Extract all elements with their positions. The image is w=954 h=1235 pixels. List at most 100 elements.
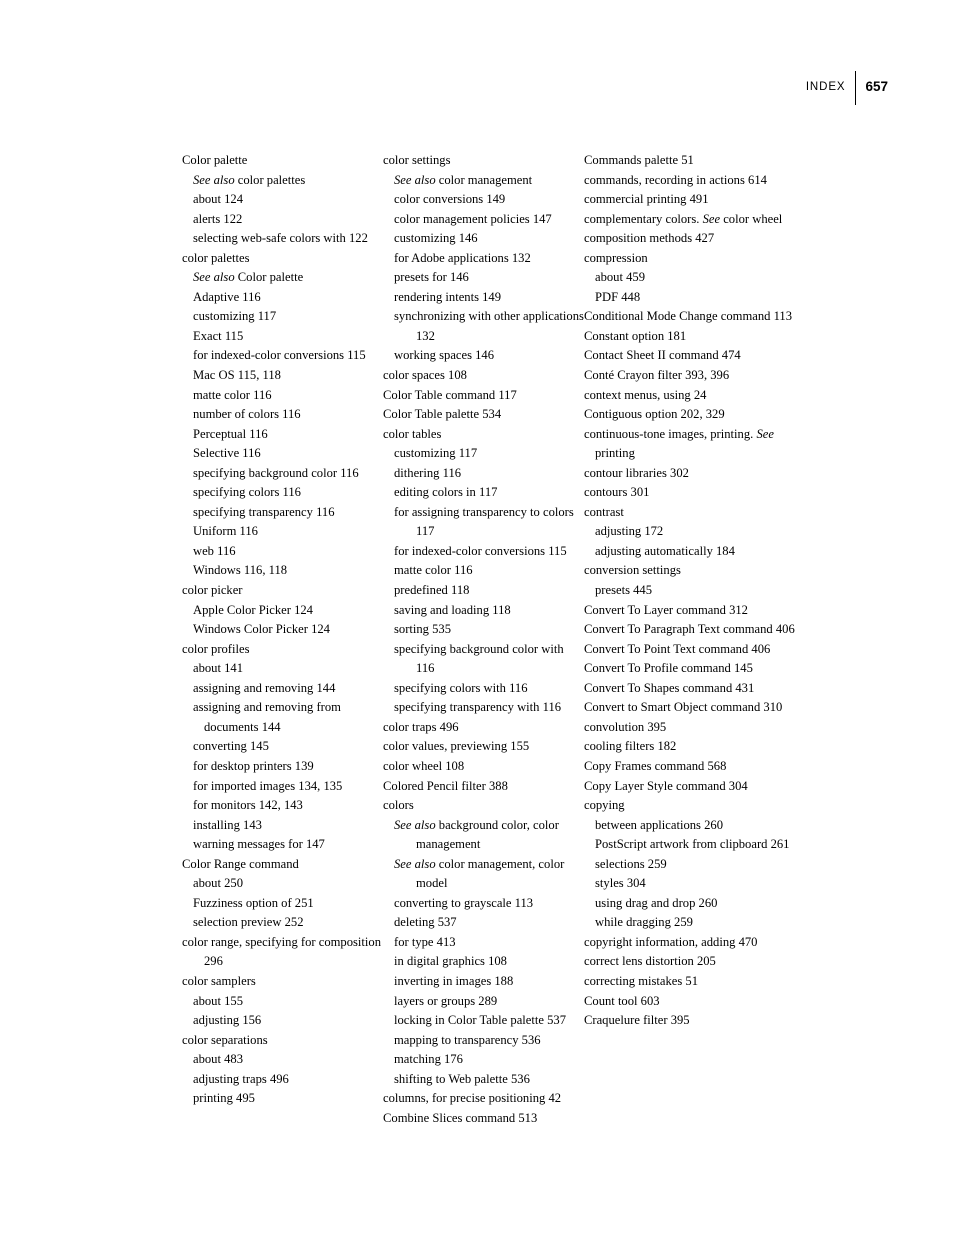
index-columns-container: Color palette See also color palettes abou… [182,151,802,1128]
index-entry-text: color wheel 108 [383,758,465,773]
index-entry-main: Conté Crayon filter 393, 396 [584,366,802,386]
index-entry-text: Color Table palette 534 [383,407,502,422]
index-entry-sub: customizing 117 [182,307,383,327]
index-entry-text: printing 495 [193,1091,255,1106]
index-entry-sub: PDF 448 [584,288,802,308]
index-entry-text: presets for 146 [394,270,469,285]
index-entry-sub: Exact 115 [182,327,383,347]
index-entry-text: Conté Crayon filter 393, 396 [584,368,730,383]
index-entry-main: contours 301 [584,483,802,503]
index-entry-main: color profiles [182,640,383,660]
index-entry-text: selecting web-safe colors with 122 [193,231,368,246]
index-entry-text: convolution 395 [584,719,667,734]
index-entry-sub: for type 413 [383,933,584,953]
index-entry-main: Contact Sheet II command 474 [584,346,802,366]
index-entry-text: specifying transparency 116 [193,504,335,519]
index-entry-text: color picker [182,583,243,598]
index-entry-text: color conversions 149 [394,192,506,207]
index-entry-text: contrast [584,504,624,519]
index-entry-text: copying [584,798,625,813]
index-entry-sub: while dragging 259 [584,913,802,933]
index-entry-text: adjusting traps 496 [193,1071,289,1086]
index-entry-sub: between applications 260 [584,816,802,836]
index-entry-text: Contiguous option 202, 329 [584,407,725,422]
index-entry-sub: selections 259 [584,855,802,875]
index-entry-text: locking in Color Table palette 537 [394,1013,567,1028]
index-entry-sub: Uniform 116 [182,522,383,542]
index-entry-text: Craquelure filter 395 [584,1013,690,1028]
index-entry-main: Convert To Layer command 312 [584,601,802,621]
index-entry-text: about 250 [193,876,244,891]
index-entry-text: between applications 260 [595,817,723,832]
index-entry-main: cooling filters 182 [584,737,802,757]
index-entry-text: compression [584,250,648,265]
index-entry-main: correcting mistakes 51 [584,972,802,992]
index-entry-sub: about 250 [182,874,383,894]
index-entry-main: Contiguous option 202, 329 [584,405,802,425]
index-entry-text: adjusting automatically 184 [595,543,735,558]
index-entry-text: matching 176 [394,1052,463,1067]
index-entry-sub: presets for 146 [383,268,584,288]
index-entry-text: color palettes [234,172,306,187]
index-entry-sub: PostScript artwork from clipboard 261 [584,835,802,855]
index-entry-text: Color Range command [182,856,299,871]
index-entry-sub: selection preview 252 [182,913,383,933]
index-entry-sub: presets 445 [584,581,802,601]
index-entry-main: convolution 395 [584,718,802,738]
index-entry-text: about 459 [595,270,646,285]
index-entry-text: PDF 448 [595,289,641,304]
index-entry-main: Convert To Point Text command 406 [584,640,802,660]
index-entry-main: Convert To Paragraph Text command 406 [584,620,802,640]
index-entry-text: matte color 116 [394,563,473,578]
index-entry-main: composition methods 427 [584,229,802,249]
index-entry-main: correct lens distortion 205 [584,952,802,972]
index-entry-sub: about 124 [182,190,383,210]
index-entry-text: for indexed-color conversions 115 [394,543,567,558]
index-entry-sub: color conversions 149 [383,190,584,210]
index-entry-sub: Apple Color Picker 124 [182,601,383,621]
page-number: 657 [865,79,888,94]
see-also-marker: See also [193,270,235,285]
index-entry-text: color tables [383,426,442,441]
index-entry-text: for assigning transparency to colors 117 [394,504,574,539]
index-entry-text: installing 143 [193,817,262,832]
index-entry-text: specifying background color 116 [193,465,359,480]
see-also-marker: See also [394,817,436,832]
index-entry-text: Convert To Layer command 312 [584,602,748,617]
index-entry-text: warning messages for 147 [193,837,325,852]
index-entry-text: inverting in images 188 [394,973,514,988]
index-entry-text: working spaces 146 [394,348,495,363]
index-entry-text: about 124 [193,192,244,207]
index-entry-text: continuous-tone images, printing. [584,426,757,441]
index-entry-main: copying [584,796,802,816]
index-entry-sub: matching 176 [383,1050,584,1070]
index-entry-text: color palettes [182,250,250,265]
index-entry-sub: specifying transparency with 116 [383,698,584,718]
see-also-marker: See also [394,856,436,871]
index-entry-text: color traps 496 [383,719,459,734]
index-entry-text: copyright information, adding 470 [584,934,758,949]
index-entry-text: converting to grayscale 113 [394,895,534,910]
index-entry-text: columns, for precise positioning 42 [383,1091,562,1106]
index-entry-main: continuous-tone images, printing. See pr… [584,425,802,464]
running-header-label: INDEX [805,81,846,93]
index-entry-text: Selective 116 [193,446,261,461]
index-entry-sub: web 116 [182,542,383,562]
index-entry-text: color samplers [182,973,256,988]
index-entry-sub: using drag and drop 260 [584,894,802,914]
index-entry-main: Copy Layer Style command 304 [584,777,802,797]
index-entry-text: Convert To Shapes command 431 [584,680,755,695]
index-entry-main: color separations [182,1031,383,1051]
index-entry-text: color values, previewing 155 [383,739,530,754]
index-entry-sub: matte color 116 [383,561,584,581]
index-entry-text: correcting mistakes 51 [584,973,699,988]
index-entry-text: customizing 117 [394,446,478,461]
index-entry-text: number of colors 116 [193,407,301,422]
index-entry-text: specifying colors 116 [193,485,301,500]
index-entry-main: Convert To Profile command 145 [584,659,802,679]
index-entry-text: for Adobe applications 132 [394,250,531,265]
index-entry-main: conversion settings [584,561,802,581]
index-entry-sub: shifting to Web palette 536 [383,1070,584,1090]
index-entry-text: customizing 146 [394,231,478,246]
index-entry-text: color range, specifying for composition … [182,934,381,969]
